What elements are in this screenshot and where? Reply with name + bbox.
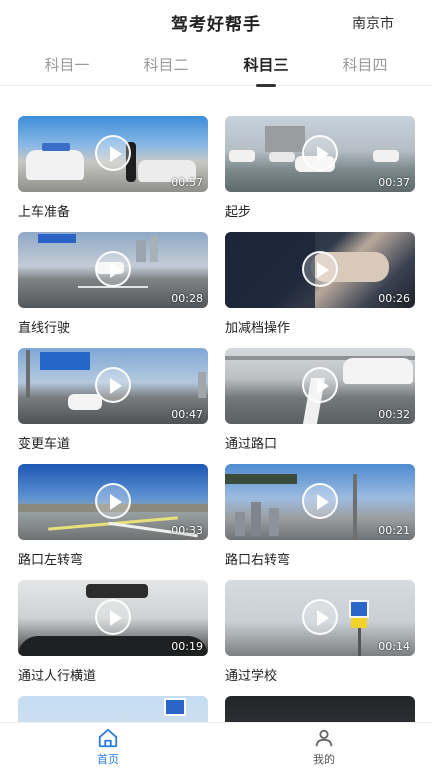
nav-home[interactable]: 首页 bbox=[68, 727, 148, 767]
video-card[interactable]: 00:47 变更车道 bbox=[18, 348, 208, 452]
video-duration: 00:26 bbox=[378, 292, 410, 305]
video-card[interactable]: 00:26 加减档操作 bbox=[225, 232, 415, 336]
video-card[interactable] bbox=[225, 696, 415, 722]
video-thumbnail[interactable]: 00:47 bbox=[18, 348, 208, 424]
video-title: 加减档操作 bbox=[225, 321, 291, 336]
video-title: 路口左转弯 bbox=[18, 553, 84, 568]
play-icon[interactable] bbox=[95, 251, 131, 287]
play-icon[interactable] bbox=[95, 483, 131, 519]
video-card[interactable]: 00:21 路口右转弯 bbox=[225, 464, 415, 568]
play-icon[interactable] bbox=[302, 367, 338, 403]
video-thumbnail[interactable]: 00:26 bbox=[225, 232, 415, 308]
video-duration: 00:32 bbox=[378, 408, 410, 421]
play-icon[interactable] bbox=[95, 367, 131, 403]
video-thumbnail[interactable]: 00:19 bbox=[18, 580, 208, 656]
video-duration: 00:21 bbox=[378, 524, 410, 537]
video-thumbnail[interactable]: 00:37 bbox=[225, 116, 415, 192]
video-duration: 00:33 bbox=[171, 524, 203, 537]
play-icon[interactable] bbox=[95, 135, 131, 171]
city-selector[interactable]: 南京市 bbox=[352, 13, 394, 33]
video-duration: 00:47 bbox=[171, 408, 203, 421]
video-card[interactable]: 00:37 起步 bbox=[225, 116, 415, 220]
video-thumbnail[interactable]: 00:14 bbox=[225, 580, 415, 656]
video-card[interactable]: 00:32 通过路口 bbox=[225, 348, 415, 452]
video-duration: 00:57 bbox=[171, 176, 203, 189]
play-icon[interactable] bbox=[302, 251, 338, 287]
video-thumbnail[interactable]: 00:28 bbox=[18, 232, 208, 308]
tab-subject-3-label: 科目三 bbox=[243, 56, 289, 74]
video-card[interactable]: 00:57 上车准备 bbox=[18, 116, 208, 220]
nav-mine-label: 我的 bbox=[313, 753, 335, 766]
video-thumbnail[interactable]: 00:33 bbox=[18, 464, 208, 540]
nav-mine[interactable]: 我的 bbox=[284, 727, 364, 767]
video-thumbnail[interactable] bbox=[225, 696, 415, 722]
bottom-navigation: 首页 我的 bbox=[0, 722, 432, 768]
video-title: 上车准备 bbox=[18, 205, 71, 220]
video-grid: 00:57 上车准备 00:37 起步 00:28 直线行驶 00:26 加减档… bbox=[0, 116, 432, 722]
tab-subject-2[interactable]: 科目二 bbox=[126, 54, 206, 75]
subject-tabs: 科目一 科目二 科目三 科目四 bbox=[0, 48, 432, 87]
active-tab-indicator bbox=[256, 84, 276, 87]
video-duration: 00:19 bbox=[171, 640, 203, 653]
video-title: 路口右转弯 bbox=[225, 553, 291, 568]
home-icon bbox=[98, 728, 118, 748]
video-thumbnail[interactable] bbox=[18, 696, 208, 722]
video-title: 通过人行横道 bbox=[18, 669, 97, 684]
video-title: 起步 bbox=[225, 205, 252, 220]
video-duration: 00:14 bbox=[378, 640, 410, 653]
video-duration: 00:28 bbox=[171, 292, 203, 305]
video-card[interactable]: 00:19 通过人行横道 bbox=[18, 580, 208, 684]
video-card[interactable]: 00:33 路口左转弯 bbox=[18, 464, 208, 568]
video-title: 通过路口 bbox=[225, 437, 278, 452]
video-title: 通过学校 bbox=[225, 669, 278, 684]
video-card[interactable]: 00:28 直线行驶 bbox=[18, 232, 208, 336]
tab-subject-3[interactable]: 科目三 bbox=[226, 54, 306, 87]
play-icon[interactable] bbox=[302, 599, 338, 635]
app-screen: 驾考好帮手 南京市 科目一 科目二 科目三 科目四 00:57 上车准备 00:… bbox=[0, 0, 432, 768]
video-duration: 00:37 bbox=[378, 176, 410, 189]
tab-subject-4[interactable]: 科目四 bbox=[325, 54, 405, 75]
video-title: 变更车道 bbox=[18, 437, 71, 452]
play-icon[interactable] bbox=[302, 483, 338, 519]
video-card[interactable] bbox=[18, 696, 208, 722]
video-thumbnail[interactable]: 00:21 bbox=[225, 464, 415, 540]
play-icon[interactable] bbox=[95, 599, 131, 635]
user-icon bbox=[315, 729, 333, 747]
tab-subject-1[interactable]: 科目一 bbox=[27, 54, 107, 75]
header: 驾考好帮手 南京市 bbox=[0, 0, 432, 40]
video-card[interactable]: 00:14 通过学校 bbox=[225, 580, 415, 684]
video-thumbnail[interactable]: 00:32 bbox=[225, 348, 415, 424]
nav-home-label: 首页 bbox=[97, 753, 119, 766]
play-icon[interactable] bbox=[302, 135, 338, 171]
video-thumbnail[interactable]: 00:57 bbox=[18, 116, 208, 192]
video-title: 直线行驶 bbox=[18, 321, 71, 336]
